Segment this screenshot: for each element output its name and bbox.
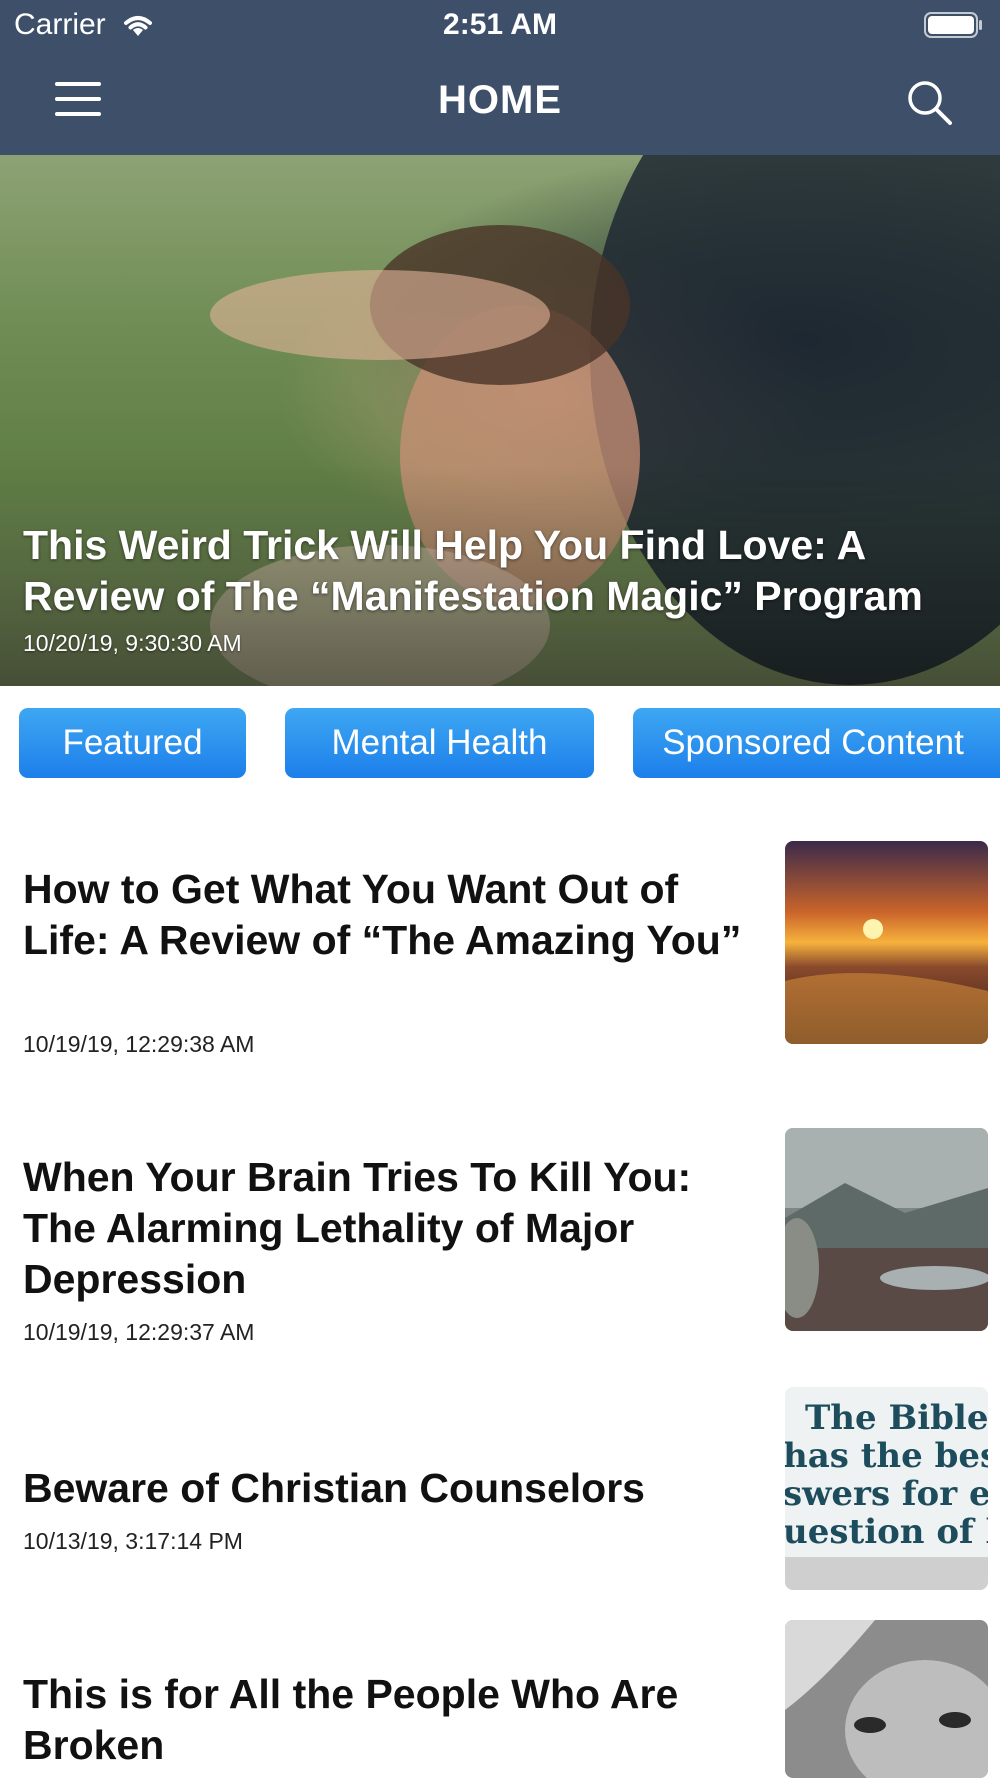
article-title[interactable]: This is for All the People Who Are Broke…: [23, 1669, 703, 1771]
list-item[interactable]: This is for All the People Who Are Broke…: [0, 1619, 1000, 1778]
category-mental-health[interactable]: Mental Health: [285, 708, 594, 778]
thumbnail-text-line: swers for ev: [785, 1474, 988, 1514]
article-thumbnail: [785, 841, 988, 1044]
hero-title[interactable]: This Weird Trick Will Help You Find Love…: [23, 520, 988, 622]
search-icon[interactable]: [905, 78, 953, 126]
article-title[interactable]: How to Get What You Want Out of Life: A …: [23, 864, 743, 966]
status-time: 2:51 AM: [443, 8, 557, 41]
page-title: HOME: [438, 78, 562, 122]
thumbnail-text-line: The Bible: [805, 1398, 988, 1438]
category-featured[interactable]: Featured: [19, 708, 246, 778]
article-date: 10/13/19, 3:17:14 PM: [23, 1528, 243, 1554]
hero-article[interactable]: This Weird Trick Will Help You Find Love…: [0, 155, 1000, 686]
list-item[interactable]: How to Get What You Want Out of Life: A …: [0, 840, 1000, 1057]
category-tabs: Featured Mental Health Sponsored Content: [0, 708, 1000, 778]
article-date: 10/19/19, 12:29:37 AM: [23, 1319, 255, 1345]
article-title[interactable]: When Your Brain Tries To Kill You: The A…: [23, 1152, 743, 1305]
article-title[interactable]: Beware of Christian Counselors: [23, 1463, 743, 1514]
top-bar: Carrier 2:51 AM HOME: [0, 0, 1000, 155]
article-thumbnail: [785, 1620, 988, 1778]
thumbnail-text-line: uestion of li: [785, 1512, 988, 1552]
battery-icon: [924, 12, 982, 38]
category-sponsored-content[interactable]: Sponsored Content: [633, 708, 1000, 778]
list-item[interactable]: Beware of Christian Counselors 10/13/19,…: [0, 1387, 1000, 1592]
hero-date: 10/20/19, 9:30:30 AM: [23, 630, 242, 656]
article-date: 10/19/19, 12:29:38 AM: [23, 1031, 255, 1057]
list-item[interactable]: When Your Brain Tries To Kill You: The A…: [0, 1128, 1000, 1345]
article-thumbnail: [785, 1128, 988, 1331]
article-thumbnail: The Bible has the best swers for ev uest…: [785, 1387, 988, 1590]
thumbnail-text-line: has the best: [785, 1436, 988, 1476]
